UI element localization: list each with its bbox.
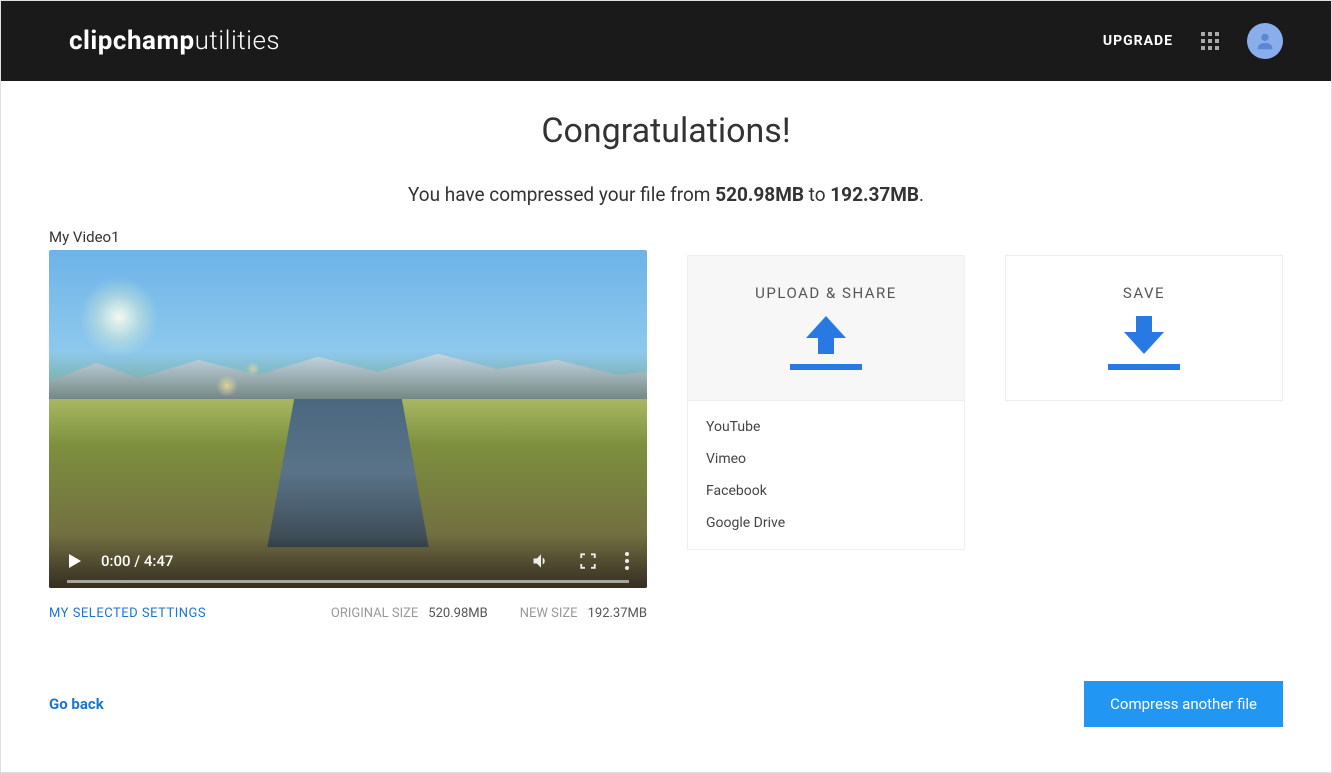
kebab-icon — [625, 552, 629, 570]
content-row: My Video1 0:00 / 4:47 — [49, 228, 1283, 621]
share-option-facebook[interactable]: Facebook — [688, 475, 964, 507]
upload-card-column: UPLOAD & SHARE YouTube Vimeo Facebook Go… — [687, 255, 965, 550]
upload-card-title: UPLOAD & SHARE — [755, 284, 897, 302]
share-option-vimeo[interactable]: Vimeo — [688, 443, 964, 475]
share-option-google-drive[interactable]: Google Drive — [688, 507, 964, 539]
fullscreen-button[interactable] — [579, 552, 597, 570]
play-icon — [67, 553, 83, 569]
save-card-title: SAVE — [1123, 284, 1165, 302]
save-card-column: SAVE — [1005, 255, 1283, 550]
play-button[interactable] — [67, 553, 83, 569]
summary-suffix: . — [919, 183, 924, 206]
app-header: clipchamputilities UPGRADE — [1, 1, 1331, 81]
summary-mid: to — [804, 183, 830, 206]
share-options-list: YouTube Vimeo Facebook Google Drive — [687, 401, 965, 550]
video-column: My Video1 0:00 / 4:47 — [49, 228, 647, 621]
original-size-label: ORIGINAL SIZE — [331, 606, 418, 621]
summary-prefix: You have compressed your file from — [408, 183, 715, 206]
go-back-link[interactable]: Go back — [49, 695, 104, 713]
new-size-label: NEW SIZE — [520, 606, 578, 621]
main-content: Congratulations! You have compressed you… — [1, 81, 1331, 727]
more-options-button[interactable] — [625, 552, 629, 570]
upload-icon — [790, 316, 862, 372]
fullscreen-icon — [579, 552, 597, 570]
upload-share-card[interactable]: UPLOAD & SHARE — [687, 255, 965, 401]
save-card[interactable]: SAVE — [1005, 255, 1283, 401]
result-summary: You have compressed your file from 520.9… — [49, 183, 1283, 206]
new-size-value: 192.37MB — [588, 606, 647, 621]
page-title: Congratulations! — [49, 111, 1283, 151]
upgrade-button[interactable]: UPGRADE — [1103, 33, 1173, 49]
compress-another-button[interactable]: Compress another file — [1084, 681, 1283, 727]
selected-settings-link[interactable]: MY SELECTED SETTINGS — [49, 606, 206, 621]
apps-grid-icon[interactable] — [1201, 32, 1219, 50]
video-meta-row: MY SELECTED SETTINGS ORIGINAL SIZE 520.9… — [49, 606, 647, 621]
logo-bold: clipchamp — [69, 26, 195, 56]
avatar[interactable] — [1247, 23, 1283, 59]
video-filename: My Video1 — [49, 228, 647, 246]
bottom-actions: Go back Compress another file — [49, 681, 1283, 727]
actions-column: UPLOAD & SHARE YouTube Vimeo Facebook Go… — [687, 228, 1283, 550]
volume-button[interactable] — [531, 551, 551, 571]
user-icon — [1254, 30, 1276, 52]
video-time-display: 0:00 / 4:47 — [101, 552, 173, 570]
video-controls: 0:00 / 4:47 — [49, 534, 647, 588]
video-progress-bar[interactable] — [67, 580, 629, 583]
share-option-youtube[interactable]: YouTube — [688, 411, 964, 443]
logo-light: utilities — [195, 26, 281, 56]
header-right: UPGRADE — [1103, 23, 1283, 59]
summary-original-size: 520.98MB — [715, 183, 804, 206]
video-player[interactable]: 0:00 / 4:47 — [49, 250, 647, 588]
original-size-value: 520.98MB — [428, 606, 487, 621]
summary-new-size: 192.37MB — [830, 183, 919, 206]
volume-icon — [531, 551, 551, 571]
brand-logo: clipchamputilities — [69, 26, 280, 56]
download-icon — [1108, 316, 1180, 372]
